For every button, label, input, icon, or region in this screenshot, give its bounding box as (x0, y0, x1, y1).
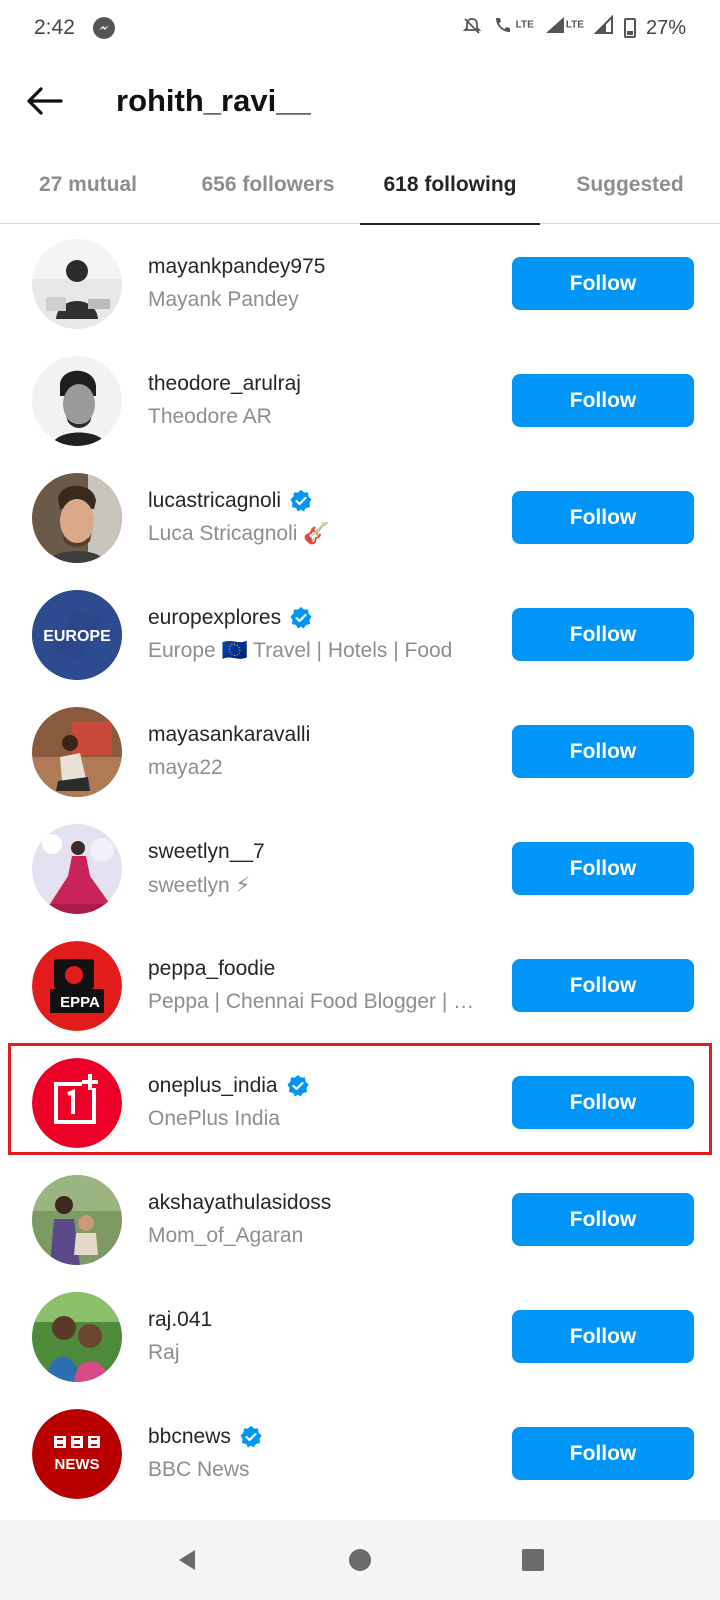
system-nav-bar (0, 1520, 720, 1600)
username[interactable]: theodore_arulraj (148, 372, 301, 396)
tab-followers[interactable]: 656 followers (176, 146, 360, 224)
follow-button[interactable]: Follow (512, 842, 694, 895)
full-name: sweetlyn ⚡ (148, 873, 251, 897)
status-time: 2:42 (34, 16, 75, 39)
list-item[interactable]: mayankpandey975 Mayank Pandey Follow (0, 225, 720, 342)
username[interactable]: oneplus_india (148, 1074, 278, 1098)
mute-bell-icon (462, 16, 482, 41)
full-name: Peppa | Chennai Food Blogger | Food (148, 990, 478, 1013)
full-name: Theodore AR (148, 405, 272, 428)
follow-button[interactable]: Follow (512, 491, 694, 544)
signal-icon-1: LTE (544, 15, 584, 41)
nav-recents-icon[interactable] (503, 1530, 563, 1590)
username[interactable]: akshayathulasidoss (148, 1191, 331, 1215)
oneplus-logo-icon[interactable] (32, 1057, 122, 1148)
full-name: BBC News (148, 1458, 250, 1481)
avatar[interactable]: EPPA (32, 940, 122, 1031)
list-item[interactable]: oneplus_india OnePlus India Follow (0, 1044, 720, 1161)
battery-icon (623, 18, 636, 38)
verified-badge-icon (290, 490, 312, 512)
username[interactable]: raj.041 (148, 1308, 212, 1332)
avatar[interactable] (32, 238, 122, 329)
verified-badge-icon (287, 1075, 309, 1097)
tab-suggested[interactable]: Suggested (540, 146, 720, 224)
avatar[interactable] (32, 823, 122, 914)
arrow-left-icon[interactable] (16, 72, 74, 130)
tab-bar: 27 mutual 656 followers 618 following Su… (0, 146, 720, 225)
avatar-text: EPPA (60, 994, 100, 1011)
list-item[interactable]: theodore_arulraj Theodore AR Follow (0, 342, 720, 459)
avatar[interactable] (32, 472, 122, 563)
full-name: Luca Stricagnoli 🎸 (148, 522, 330, 545)
nav-back-icon[interactable] (157, 1530, 217, 1590)
header: rohith_ravi__ (0, 56, 720, 146)
full-name: Raj (148, 1341, 180, 1364)
username[interactable]: europexplores (148, 606, 281, 630)
full-name: Mayank Pandey (148, 288, 299, 311)
follow-button[interactable]: Follow (512, 1310, 694, 1363)
signal-icon-2 (593, 14, 614, 41)
page-title: rohith_ravi__ (116, 83, 311, 118)
volte-call-icon: LTE (492, 15, 534, 41)
avatar-text: NEWS (55, 1456, 100, 1473)
avatar[interactable]: EUROPE (32, 589, 122, 680)
following-list: mayankpandey975 Mayank Pandey Follow the… (0, 225, 720, 1512)
avatar-text: EUROPE (43, 628, 111, 645)
battery-percent: 27% (645, 16, 686, 39)
tab-mutual[interactable]: 27 mutual (0, 146, 176, 224)
avatar[interactable] (32, 1174, 122, 1265)
avatar[interactable] (32, 706, 122, 797)
list-item[interactable]: EUROPE europexplores Europe 🇪🇺 Travel | … (0, 576, 720, 693)
username[interactable]: peppa_foodie (148, 957, 275, 981)
list-item[interactable]: sweetlyn__7 sweetlyn ⚡ Follow (0, 810, 720, 927)
full-name: OnePlus India (148, 1107, 280, 1130)
full-name: maya22 (148, 756, 223, 779)
nav-home-icon[interactable] (330, 1530, 390, 1590)
full-name: Europe 🇪🇺 Travel | Hotels | Food (148, 639, 453, 662)
follow-button[interactable]: Follow (512, 374, 694, 427)
username[interactable]: mayankpandey975 (148, 255, 325, 279)
username[interactable]: sweetlyn__7 (148, 840, 265, 864)
follow-button[interactable]: Follow (512, 257, 694, 310)
verified-badge-icon (290, 607, 312, 629)
list-item[interactable]: EPPA peppa_foodie Peppa | Chennai Food B… (0, 927, 720, 1044)
tab-following[interactable]: 618 following (360, 146, 540, 225)
username[interactable]: lucastricagnoli (148, 489, 281, 513)
verified-badge-icon (240, 1426, 262, 1448)
follow-button[interactable]: Follow (512, 1427, 694, 1480)
list-item[interactable]: raj.041 Raj Follow (0, 1278, 720, 1395)
messenger-icon (92, 17, 115, 39)
status-bar: 2:42 LTE LTE 27% (0, 0, 720, 56)
avatar[interactable] (32, 355, 122, 446)
follow-button[interactable]: Follow (512, 1076, 694, 1129)
list-item[interactable]: NEWS bbcnews BBC News Follow (0, 1395, 720, 1512)
follow-button[interactable]: Follow (512, 608, 694, 661)
follow-button[interactable]: Follow (512, 725, 694, 778)
list-item[interactable]: mayasankaravalli maya22 Follow (0, 693, 720, 810)
avatar[interactable]: NEWS (32, 1408, 122, 1499)
list-item[interactable]: lucastricagnoli Luca Stricagnoli 🎸 Follo… (0, 459, 720, 576)
avatar[interactable] (32, 1291, 122, 1382)
username[interactable]: bbcnews (148, 1425, 231, 1449)
username[interactable]: mayasankaravalli (148, 723, 310, 747)
list-item[interactable]: akshayathulasidoss Mom_of_Agaran Follow (0, 1161, 720, 1278)
follow-button[interactable]: Follow (512, 1193, 694, 1246)
full-name: Mom_of_Agaran (148, 1224, 304, 1247)
follow-button[interactable]: Follow (512, 959, 694, 1012)
